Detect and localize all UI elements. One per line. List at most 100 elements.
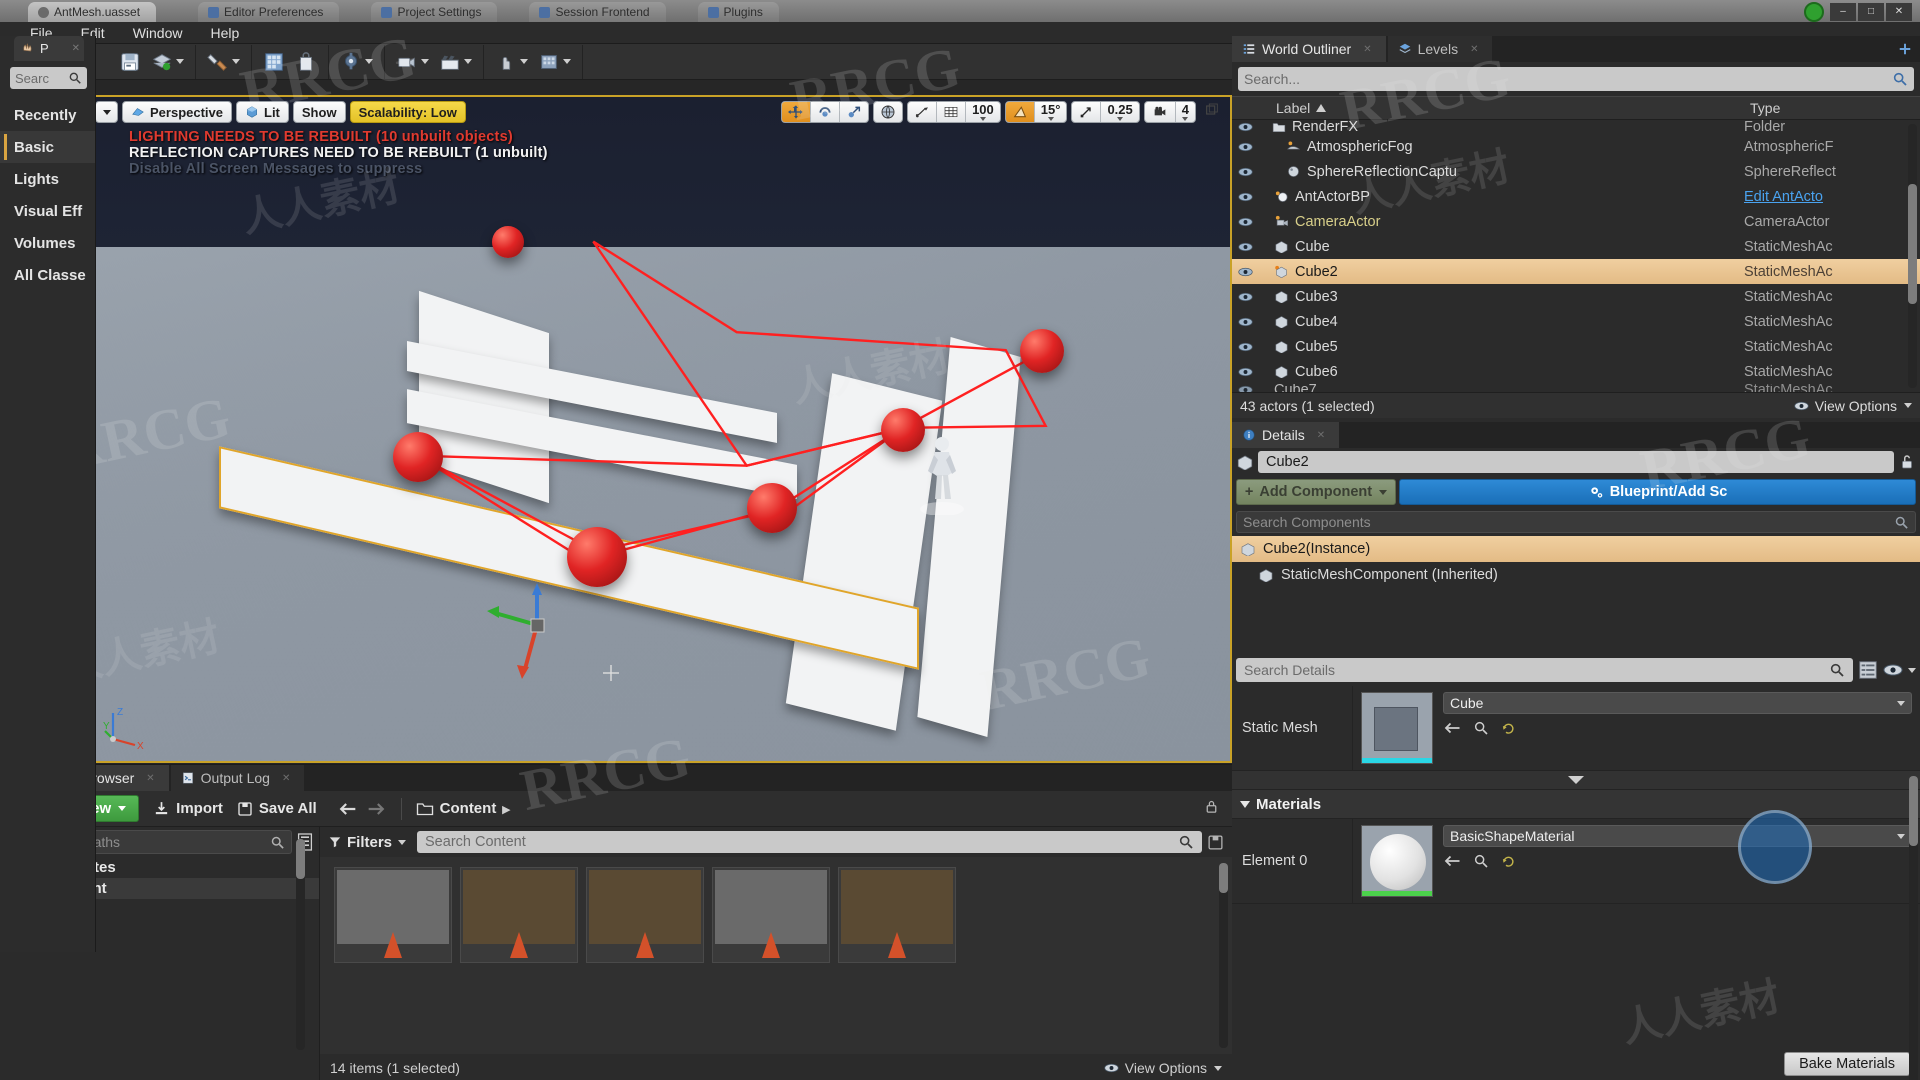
use-selected-icon[interactable] (1443, 854, 1461, 868)
scale-snap-value[interactable]: 0.25 (1101, 102, 1138, 122)
outliner-row[interactable]: Cube5 StaticMeshAc (1232, 334, 1920, 359)
reset-icon[interactable] (1501, 721, 1516, 736)
tab-world-outliner[interactable]: World Outliner ✕ (1232, 36, 1388, 62)
add-panel-icon[interactable] (1896, 40, 1914, 58)
eye-icon[interactable] (1883, 663, 1903, 677)
actor-name-input[interactable]: Cube2 (1258, 451, 1894, 473)
outliner-scrollbar[interactable] (1908, 124, 1917, 388)
visibility-toggle[interactable] (1232, 317, 1258, 327)
display-options-icon[interactable] (1857, 659, 1879, 681)
asset-tile[interactable] (712, 867, 830, 963)
column-header-type[interactable]: Type (1744, 100, 1920, 116)
matinee-button[interactable] (434, 47, 477, 77)
visibility-toggle[interactable] (1232, 267, 1258, 277)
asset-tab-4[interactable]: Plugins (698, 2, 779, 22)
outliner-row[interactable]: Cube7 StaticMeshAc (1232, 384, 1920, 392)
scale-snap-toggle[interactable] (1072, 102, 1101, 122)
asset-grid[interactable] (320, 857, 1232, 1054)
outliner-row[interactable]: Cube3 StaticMeshAc (1232, 284, 1920, 309)
category-volumes[interactable]: Volumes (0, 227, 95, 259)
close-button[interactable]: ✕ (1886, 3, 1912, 21)
property-collapse-strip[interactable] (1232, 771, 1920, 789)
visibility-toggle[interactable] (1232, 342, 1258, 352)
camera-speed-value[interactable]: 4 (1176, 102, 1195, 122)
rotation-snap-value[interactable]: 15° (1035, 102, 1067, 122)
category-visual-effects[interactable]: Visual Eff (0, 195, 95, 227)
rotation-snap-toggle[interactable] (1006, 102, 1035, 122)
chevron-down-icon[interactable] (1908, 668, 1916, 673)
transform-gizmo[interactable] (479, 577, 559, 687)
maximize-viewport-button[interactable] (1200, 102, 1224, 122)
save-icon[interactable] (1207, 834, 1224, 851)
unlock-icon[interactable] (1898, 453, 1916, 471)
tab-output-log[interactable]: Output Log ✕ (171, 765, 307, 791)
place-actors-tab[interactable]: P ✕ (14, 36, 84, 61)
waypoint-sphere[interactable] (1020, 329, 1064, 373)
breadcrumb[interactable]: Content ▸ (416, 800, 510, 818)
tab-details[interactable]: Details ✕ (1232, 422, 1341, 448)
outliner-row-selected[interactable]: Cube2 StaticMeshAc (1232, 259, 1920, 284)
asset-tab-1[interactable]: Editor Preferences (198, 2, 339, 22)
visibility-toggle[interactable] (1232, 217, 1258, 227)
material-thumbnail[interactable] (1361, 825, 1433, 897)
marketplace-button[interactable] (290, 47, 322, 77)
source-control-button[interactable] (146, 47, 189, 77)
surface-snap-button[interactable] (908, 102, 937, 122)
close-icon[interactable]: ✕ (1363, 44, 1371, 55)
place-actors-search[interactable]: Searc (10, 67, 87, 89)
outliner-row-type[interactable]: Edit AntActo (1744, 189, 1920, 205)
details-scrollbar[interactable] (1909, 776, 1918, 1080)
browse-icon[interactable] (1473, 853, 1489, 869)
visibility-toggle[interactable] (1232, 167, 1258, 177)
close-icon[interactable]: ✕ (282, 773, 290, 784)
visibility-toggle[interactable] (1232, 242, 1258, 252)
camera-speed-icon-cell[interactable] (1145, 102, 1176, 122)
blueprints-button[interactable] (335, 47, 378, 77)
outliner-row[interactable]: RenderFX Folder (1232, 120, 1920, 134)
window-buttons[interactable]: – □ ✕ (1830, 3, 1912, 21)
grid-snap-toggle[interactable] (937, 102, 966, 122)
asset-tile[interactable] (334, 867, 452, 963)
close-icon[interactable]: ✕ (1317, 430, 1325, 441)
blueprint-add-script-button[interactable]: Blueprint/Add Sc (1399, 479, 1916, 505)
view-options-button[interactable]: View Options (1104, 1060, 1222, 1076)
materials-section-header[interactable]: Materials (1232, 789, 1920, 819)
translate-mode-button[interactable] (782, 102, 811, 122)
outliner-search-input[interactable]: Search... (1238, 67, 1914, 91)
component-row-selected[interactable]: Cube2(Instance) (1232, 536, 1920, 562)
grid-size-value[interactable]: 100 (966, 102, 1000, 122)
save-all-button[interactable]: Save All (237, 800, 317, 817)
build-button[interactable] (258, 47, 290, 77)
bake-materials-button[interactable]: Bake Materials (1784, 1052, 1910, 1076)
add-component-button[interactable]: + Add Component (1236, 479, 1396, 505)
waypoint-sphere[interactable] (747, 483, 797, 533)
viewport-options-button[interactable] (95, 101, 118, 123)
launch-button[interactable] (533, 47, 576, 77)
show-flags-button[interactable]: Show (293, 101, 346, 123)
lock-icon[interactable] (1203, 798, 1220, 815)
minimize-button[interactable]: – (1830, 3, 1856, 21)
maximize-button[interactable]: □ (1858, 3, 1884, 21)
view-mode-button[interactable]: Lit (236, 101, 289, 123)
asset-tab-0[interactable]: AntMesh.uasset (28, 2, 156, 22)
browse-icon[interactable] (1473, 720, 1489, 736)
category-basic[interactable]: Basic (0, 131, 95, 163)
save-current-button[interactable] (114, 47, 146, 77)
components-search-input[interactable]: Search Components (1236, 511, 1916, 533)
asset-tile[interactable] (586, 867, 704, 963)
static-mesh-selector[interactable]: Cube (1443, 692, 1912, 714)
waypoint-sphere[interactable] (567, 527, 627, 587)
outliner-row[interactable]: AntActorBP Edit AntActo (1232, 184, 1920, 209)
close-icon[interactable]: ✕ (1470, 44, 1478, 55)
menu-window[interactable]: Window (119, 22, 197, 44)
settings-button[interactable] (202, 47, 245, 77)
arrow-left-icon[interactable] (337, 801, 357, 817)
import-button[interactable]: Import (153, 800, 223, 817)
category-lights[interactable]: Lights (0, 163, 95, 195)
rotate-mode-button[interactable] (811, 102, 840, 122)
world-space-button[interactable] (874, 102, 902, 122)
view-options-button[interactable]: View Options (1794, 398, 1912, 414)
asset-tile[interactable] (838, 867, 956, 963)
cinematics-button[interactable] (391, 47, 434, 77)
play-button[interactable] (490, 47, 533, 77)
